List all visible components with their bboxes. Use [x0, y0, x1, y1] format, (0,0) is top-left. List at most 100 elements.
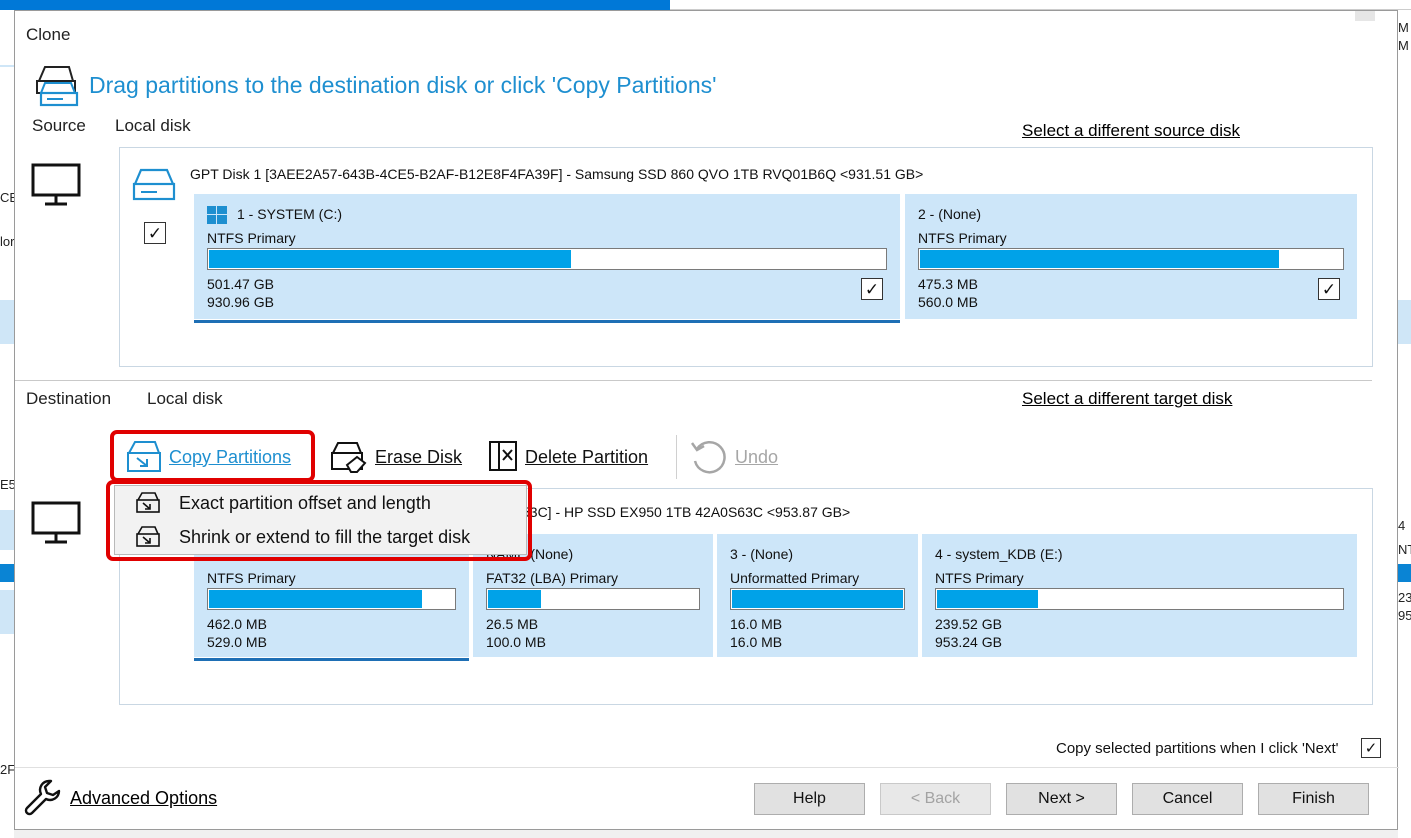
partition-used: 462.0 MB: [207, 616, 267, 632]
background-titlebar-right: [670, 0, 1411, 10]
close-button[interactable]: [1355, 11, 1375, 21]
partition-size: 529.0 MB: [207, 634, 267, 650]
destination-monitor-icon: [31, 501, 81, 544]
source-kind: Local disk: [115, 116, 191, 135]
partition-type: FAT32 (LBA) Primary: [486, 570, 618, 586]
background-block: [1398, 300, 1411, 344]
partition-usage-bar: [486, 588, 700, 610]
source-disk-icon: [132, 168, 176, 201]
source-disk-panel: GPT Disk 1 [3AEE2A57-643B-4CE5-B2AF-B12E…: [119, 147, 1373, 367]
background-text-fragment: NT: [1398, 542, 1411, 557]
destination-partition-4[interactable]: 4 - system_KDB (E:) NTFS Primary 239.52 …: [922, 534, 1357, 657]
partition-usage-fill: [209, 250, 571, 268]
background-text-fragment: 2FE: [0, 762, 14, 777]
partition-usage-fill: [920, 250, 1279, 268]
background-left-strip: CBI lor E50 2FE: [0, 10, 14, 838]
highlight-copy-menu: [106, 480, 532, 561]
source-monitor-icon: [31, 163, 81, 206]
source-partition-2[interactable]: 2 - (None) NTFS Primary 475.3 MB 560.0 M…: [905, 194, 1357, 319]
clone-dialog: Clone Drag partitions to the destination…: [14, 10, 1399, 830]
source-label: Source: [32, 116, 86, 135]
source-disk-description: GPT Disk 1 [3AEE2A57-643B-4CE5-B2AF-B12E…: [190, 166, 924, 182]
background-text-fragment: M: [1398, 38, 1409, 53]
background-text-fragment: M: [1398, 20, 1409, 35]
background-text-fragment: lor: [0, 234, 14, 249]
dialog-title: Clone: [26, 25, 71, 44]
delete-partition-icon: [489, 441, 517, 471]
partition-size: 560.0 MB: [918, 294, 978, 310]
partition-title: 3 - (None): [730, 546, 794, 562]
background-text-fragment: CBI: [0, 190, 14, 205]
source-partition-1[interactable]: 1 - SYSTEM (C:) NTFS Primary 501.47 GB 9…: [194, 194, 900, 323]
partition-type: NTFS Primary: [918, 230, 1007, 246]
erase-disk-button[interactable]: Erase Disk: [329, 439, 462, 475]
cancel-button[interactable]: Cancel: [1132, 783, 1243, 815]
partition-used: 501.47 GB: [207, 276, 274, 292]
background-text-fragment: 4: [1398, 518, 1406, 533]
select-target-disk-link[interactable]: Select a different target disk: [1022, 389, 1232, 409]
help-button[interactable]: Help: [754, 783, 865, 815]
dialog-heading: Drag partitions to the destination disk …: [89, 72, 717, 98]
undo-button[interactable]: Undo: [689, 439, 778, 475]
partition-type: NTFS Primary: [935, 570, 1024, 586]
partition-size: 100.0 MB: [486, 634, 546, 650]
partition-size: 16.0 MB: [730, 634, 783, 650]
partition-used: 16.0 MB: [730, 616, 783, 632]
windows-logo-icon: [207, 206, 227, 224]
selection-underline: [194, 658, 469, 661]
partition-usage-bar: [935, 588, 1344, 610]
advanced-options-link[interactable]: Advanced Options: [70, 788, 217, 809]
destination-label: Destination: [26, 389, 112, 408]
background-block: [0, 510, 14, 550]
partition-usage-bar: [207, 248, 887, 270]
partition-used: 26.5 MB: [486, 616, 539, 632]
background-text-fragment: E50: [0, 477, 14, 492]
delete-partition-button[interactable]: Delete Partition: [487, 439, 648, 475]
back-button[interactable]: < Back: [880, 783, 991, 815]
clone-disks-icon: [36, 66, 79, 107]
partition-usage-bar: [730, 588, 905, 610]
partition-title: 1 - SYSTEM (C:): [237, 206, 343, 222]
highlight-copy-partitions: [110, 430, 315, 482]
undo-icon: [690, 441, 726, 474]
background-text-fragment: 95: [1398, 608, 1411, 623]
source-disk-checkbox[interactable]: ✓: [144, 222, 166, 244]
erase-disk-icon: [331, 442, 367, 473]
next-button[interactable]: Next >: [1006, 783, 1117, 815]
undo-label: Undo: [735, 446, 779, 467]
background-text-fragment: 23: [1398, 590, 1411, 605]
background-right-strip: M M 4 NT 23 95: [1398, 10, 1411, 838]
finish-button[interactable]: Finish: [1258, 783, 1369, 815]
background-block: [0, 590, 14, 634]
partition-type: NTFS Primary: [207, 570, 296, 586]
destination-partition-3[interactable]: 3 - (None) Unformatted Primary 16.0 MB 1…: [717, 534, 918, 657]
select-source-disk-link[interactable]: Select a different source disk: [1022, 121, 1240, 141]
partition-type: Unformatted Primary: [730, 570, 860, 586]
delete-partition-label: Delete Partition: [525, 446, 649, 467]
partition-usage-fill: [732, 590, 903, 608]
toolbar-separator: [676, 435, 677, 479]
copy-on-next-label: Copy selected partitions when I click 'N…: [1056, 740, 1339, 757]
partition-used: 239.52 GB: [935, 616, 1002, 632]
wrench-icon: [24, 779, 61, 816]
partition-usage-fill: [488, 590, 541, 608]
background-divider: [0, 65, 14, 67]
copy-on-next-checkbox[interactable]: ✓: [1361, 738, 1381, 758]
destination-kind: Local disk: [147, 389, 223, 408]
partition-checkbox[interactable]: ✓: [1318, 278, 1340, 300]
erase-disk-label: Erase Disk: [375, 446, 463, 467]
partition-title: 2 - (None): [918, 206, 982, 222]
partition-usage-bar: [918, 248, 1344, 270]
destination-disk-description: 53C] - HP SSD EX950 1TB 42A0S63C <953.87…: [522, 504, 851, 520]
footer-divider: [15, 767, 1399, 768]
partition-usage-fill: [209, 590, 422, 608]
partition-size: 930.96 GB: [207, 294, 274, 310]
partition-checkbox[interactable]: ✓: [861, 278, 883, 300]
partition-usage-bar: [207, 588, 456, 610]
partition-type: NTFS Primary: [207, 230, 296, 246]
background-highlight-row: [0, 564, 14, 582]
partition-title: 4 - system_KDB (E:): [935, 546, 1063, 562]
selection-underline: [194, 320, 900, 323]
background-block: [0, 300, 14, 344]
partition-size: 953.24 GB: [935, 634, 1002, 650]
